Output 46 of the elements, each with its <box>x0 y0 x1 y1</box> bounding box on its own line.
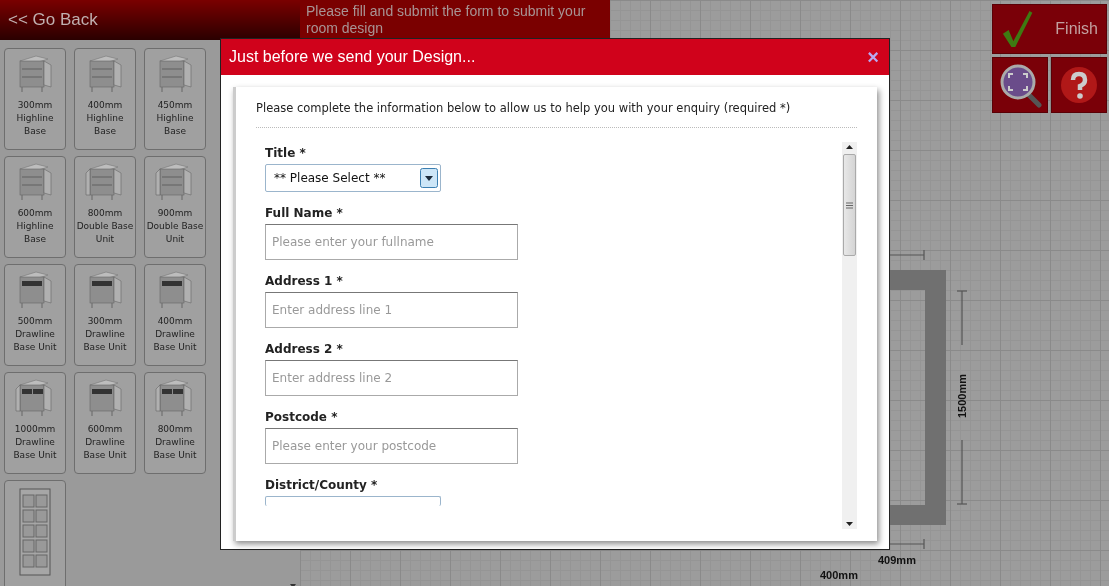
dimension-line <box>889 538 925 550</box>
text-field[interactable]: Enter address line 2 <box>265 360 518 396</box>
dropdown-icon <box>420 168 438 188</box>
text-field[interactable]: Please enter your postcode <box>265 428 518 464</box>
product-tile[interactable]: 450mm Highline Base <box>144 48 206 150</box>
product-tile[interactable]: 900mm Double Base Unit <box>144 156 206 258</box>
product-tile[interactable]: 300mm Drawline Base Unit <box>74 264 136 366</box>
finish-button[interactable]: Finish <box>992 4 1107 54</box>
grip-icon <box>846 201 853 209</box>
magnifier-icon <box>998 62 1042 108</box>
dimension-label: 409mm <box>878 554 916 566</box>
product-tile[interactable]: 800mm Drawline Base Unit <box>144 372 206 474</box>
instruction-message: Please fill and submit the form to submit your room design <box>300 0 610 40</box>
product-tile[interactable]: 600mm Highline Base <box>4 156 66 258</box>
select-field[interactable]: ** Please Select ** <box>265 164 441 192</box>
scrollbar-thumb[interactable] <box>843 154 856 256</box>
question-icon <box>1059 65 1099 105</box>
dialog-title: Just before we send your Design... <box>229 48 476 66</box>
text-field[interactable]: Enter address line 1 <box>265 292 518 328</box>
intro-text: Please complete the information below to allow us to help you with your enquiry (required *) <box>256 101 857 128</box>
scrollbar[interactable] <box>842 142 857 529</box>
field-label: Address 2 * <box>265 342 344 356</box>
product-tile[interactable] <box>4 480 66 586</box>
product-tile[interactable]: 800mm Double Base Unit <box>74 156 136 258</box>
field-label: Title * <box>265 146 307 160</box>
help-button[interactable] <box>1051 57 1107 113</box>
text-field[interactable]: Please enter your fullname <box>265 224 518 260</box>
scroll-up-icon[interactable] <box>845 144 854 150</box>
field-label: Address 1 * <box>265 274 344 288</box>
product-tile[interactable]: 500mm Drawline Base Unit <box>4 264 66 366</box>
product-tile[interactable]: 400mm Drawline Base Unit <box>144 264 206 366</box>
dimension-label: 1500mm <box>956 373 968 418</box>
zoom-fit-button[interactable] <box>992 57 1048 113</box>
field-label: District/County * <box>265 478 379 492</box>
product-tile[interactable]: 1000mm Drawline Base Unit <box>4 372 66 474</box>
dimension-label: 400mm <box>820 569 858 581</box>
field-label: Postcode * <box>265 410 339 424</box>
go-back-link[interactable]: << Go Back <box>0 0 300 40</box>
field-label: Full Name * <box>265 206 344 220</box>
product-tile[interactable]: 400mm Highline Base <box>74 48 136 150</box>
checkmark-icon <box>1001 8 1034 50</box>
select-field[interactable] <box>265 496 441 506</box>
scroll-down-icon[interactable] <box>845 521 854 527</box>
product-tile[interactable]: 300mm Highline Base <box>4 48 66 150</box>
dimension-line <box>889 249 925 261</box>
product-tile[interactable]: 600mm Drawline Base Unit <box>74 372 136 474</box>
